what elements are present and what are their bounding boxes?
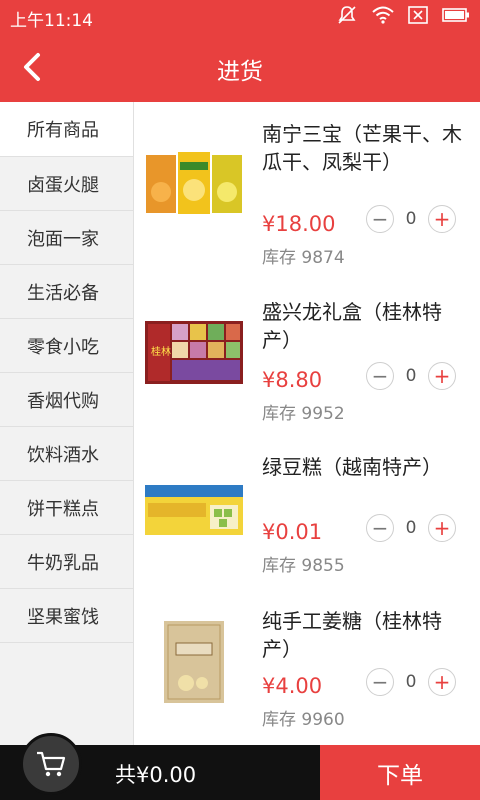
status-icons bbox=[336, 5, 470, 30]
product-price: ¥0.01 bbox=[262, 520, 323, 544]
product-name: 盛兴龙礼盒（桂林特产） bbox=[262, 300, 442, 352]
wifi-icon bbox=[372, 6, 394, 29]
plus-button[interactable]: + bbox=[428, 362, 456, 390]
product-item[interactable]: 绿豆糕（越南特产） ¥0.01 − 0 + 库存 9855 bbox=[134, 435, 480, 589]
app-bar: 进货 bbox=[0, 32, 480, 102]
quantity-stepper: − 0 + bbox=[366, 205, 456, 233]
quantity-value: 0 bbox=[405, 209, 417, 229]
minus-icon: − bbox=[371, 516, 389, 540]
page-title: 进货 bbox=[217, 59, 263, 85]
product-list: 南宁三宝（芒果干、木瓜干、凤梨干） ¥18.00 − 0 + 库存 9874 桂… bbox=[134, 102, 480, 745]
sidebar-item-label: 泡面一家 bbox=[27, 228, 99, 250]
product-stock: 库存 9960 bbox=[262, 710, 345, 730]
product-item[interactable]: 南宁三宝（芒果干、木瓜干、凤梨干） ¥18.00 − 0 + 库存 9874 bbox=[134, 102, 480, 268]
plus-button[interactable]: + bbox=[428, 514, 456, 542]
sidebar-item-snacks[interactable]: 零食小吃 bbox=[0, 319, 133, 373]
cart-total: 共¥0.00 bbox=[115, 763, 197, 787]
plus-icon: + bbox=[433, 207, 451, 231]
bottom-bar: 共¥0.00 下单 bbox=[0, 733, 480, 800]
product-name: 绿豆糕（越南特产） bbox=[262, 455, 442, 479]
close-box-icon bbox=[408, 6, 428, 29]
product-image: 桂林 bbox=[144, 320, 244, 385]
sidebar-item-label: 饼干糕点 bbox=[27, 498, 99, 520]
sidebar-item-drinks[interactable]: 饮料酒水 bbox=[0, 427, 133, 481]
sidebar-item-all-products[interactable]: 所有商品 bbox=[0, 102, 133, 157]
sidebar-item-label: 生活必备 bbox=[27, 282, 99, 304]
minus-button[interactable]: − bbox=[366, 514, 394, 542]
product-stock: 库存 9952 bbox=[262, 404, 345, 424]
battery-icon bbox=[442, 7, 470, 28]
plus-button[interactable]: + bbox=[428, 205, 456, 233]
quantity-stepper: − 0 + bbox=[366, 514, 456, 542]
sidebar-item-label: 坚果蜜饯 bbox=[27, 606, 99, 628]
sidebar-item-label: 饮料酒水 bbox=[27, 444, 99, 466]
minus-icon: − bbox=[371, 207, 389, 231]
quantity-value: 0 bbox=[405, 672, 417, 692]
product-stock: 库存 9855 bbox=[262, 556, 345, 576]
product-price: ¥18.00 bbox=[262, 212, 336, 236]
sidebar-item-label: 卤蛋火腿 bbox=[27, 174, 99, 196]
minus-button[interactable]: − bbox=[366, 205, 394, 233]
product-stock: 库存 9874 bbox=[262, 248, 345, 268]
product-item[interactable]: 桂林 盛兴龙礼盒（桂林特产） ¥8.80 − 0 + 库存 9952 bbox=[134, 280, 480, 434]
plus-icon: + bbox=[433, 516, 451, 540]
sidebar-item-cigarettes[interactable]: 香烟代购 bbox=[0, 373, 133, 427]
quantity-value: 0 bbox=[405, 366, 417, 386]
product-price: ¥4.00 bbox=[262, 674, 323, 698]
product-image bbox=[144, 152, 244, 217]
product-name: 纯手工姜糖（桂林特产） bbox=[262, 609, 442, 661]
product-image bbox=[144, 619, 244, 704]
sidebar-item-nuts[interactable]: 坚果蜜饯 bbox=[0, 589, 133, 643]
sidebar-item-daily-essentials[interactable]: 生活必备 bbox=[0, 265, 133, 319]
cart-button[interactable] bbox=[20, 733, 82, 795]
minus-icon: − bbox=[371, 670, 389, 694]
plus-icon: + bbox=[433, 364, 451, 388]
minus-icon: − bbox=[371, 364, 389, 388]
sidebar-item-label: 香烟代购 bbox=[27, 390, 99, 412]
svg-text:桂林: 桂林 bbox=[151, 345, 171, 358]
sidebar-item-label: 牛奶乳品 bbox=[27, 552, 99, 574]
minus-button[interactable]: − bbox=[366, 362, 394, 390]
plus-button[interactable]: + bbox=[428, 668, 456, 696]
product-image bbox=[144, 477, 244, 542]
status-time: 上午11:14 bbox=[10, 11, 93, 31]
quantity-stepper: − 0 + bbox=[366, 668, 456, 696]
quantity-stepper: − 0 + bbox=[366, 362, 456, 390]
status-bar: 上午11:14 bbox=[0, 0, 480, 32]
product-name: 南宁三宝（芒果干、木瓜干、凤梨干） bbox=[262, 122, 462, 174]
sidebar-item-dairy[interactable]: 牛奶乳品 bbox=[0, 535, 133, 589]
sidebar-item-eggs-ham[interactable]: 卤蛋火腿 bbox=[0, 157, 133, 211]
cart-icon bbox=[37, 751, 66, 777]
mute-icon bbox=[336, 5, 358, 30]
quantity-value: 0 bbox=[405, 518, 417, 538]
minus-button[interactable]: − bbox=[366, 668, 394, 696]
sidebar-item-biscuits[interactable]: 饼干糕点 bbox=[0, 481, 133, 535]
sidebar-item-label: 所有商品 bbox=[27, 120, 99, 141]
sidebar-item-instant-noodles[interactable]: 泡面一家 bbox=[0, 211, 133, 265]
order-button[interactable]: 下单 bbox=[320, 745, 480, 800]
product-price: ¥8.80 bbox=[262, 368, 323, 392]
sidebar-item-label: 零食小吃 bbox=[27, 336, 99, 358]
product-item[interactable]: 纯手工姜糖（桂林特产） ¥4.00 − 0 + 库存 9960 bbox=[134, 589, 480, 745]
category-sidebar: 所有商品 卤蛋火腿 泡面一家 生活必备 零食小吃 香烟代购 饮料酒水 饼干糕点 … bbox=[0, 102, 134, 745]
plus-icon: + bbox=[433, 670, 451, 694]
